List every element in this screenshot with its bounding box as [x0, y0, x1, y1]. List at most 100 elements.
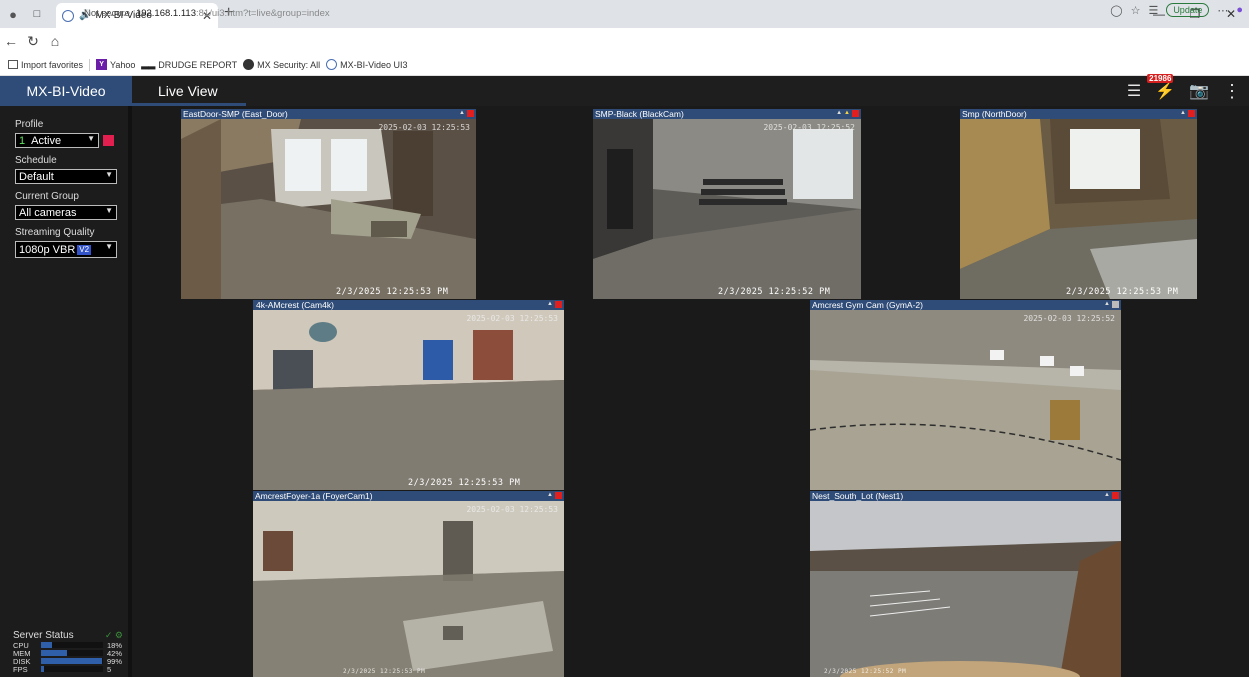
refresh-icon[interactable]: ↻	[22, 33, 44, 50]
profile-color-swatch	[103, 135, 114, 146]
live-view-title[interactable]: Live View	[132, 76, 246, 106]
favorite-label: MX-BI-Video UI3	[340, 59, 408, 70]
schedule-label: Schedule	[15, 155, 57, 166]
favorite-yahoo[interactable]: Y Yahoo	[96, 59, 135, 70]
not-secure-indicator[interactable]: Not secure	[84, 8, 130, 19]
group-value: All cameras	[19, 206, 77, 219]
camera-flags: ▲ ▲	[836, 110, 859, 117]
lock-icon: ▲	[1104, 301, 1110, 307]
metric-bar-fill	[41, 650, 68, 656]
metric-bar-fill	[41, 642, 53, 648]
camera-timestamp: 2/3/2025 12:25:53 PM	[408, 478, 521, 488]
camera-overlay-timestamp: 2025-02-03 12:25:52	[1023, 314, 1115, 323]
recording-icon	[852, 110, 859, 117]
camera-overlay-timestamp: 2025-02-03 12:25:53	[378, 123, 470, 132]
recording-icon	[1112, 492, 1119, 499]
schedule-value: Default	[19, 170, 54, 183]
camera-tile-parking-lot[interactable]: Nest_South_Lot (Nest1) ▲ 2/3/2025 12:25:…	[810, 491, 1121, 677]
favorite-star-icon[interactable]: ☆	[1131, 4, 1141, 17]
app-header: MX-BI-Video Live View ☰ ⚡ 21986 📷 ⋮	[0, 74, 1249, 106]
import-icon	[8, 60, 18, 69]
camera-feed	[810, 501, 1121, 677]
status-ok-icon[interactable]: ✓ ⚙	[105, 630, 123, 641]
profile-icon[interactable]: ●	[0, 0, 26, 28]
globe-icon	[326, 59, 338, 70]
back-icon[interactable]: ←	[0, 33, 22, 49]
metric-bar	[41, 642, 103, 648]
mx-security-icon	[243, 59, 255, 70]
camera-tile-gym[interactable]: Amcrest Gym Cam (GymA-2) ▲ 2025-02-03 12…	[810, 300, 1121, 490]
quality-version-badge: V2	[77, 244, 92, 255]
camera-feed	[253, 310, 564, 490]
more-vertical-icon[interactable]: ⋮	[1223, 81, 1241, 102]
chevron-down-icon: ▼	[87, 134, 95, 143]
camera-snapshot-icon[interactable]: 📷	[1189, 81, 1209, 101]
camera-timestamp: 2/3/2025 12:25:53 PM	[336, 287, 449, 297]
camera-title: AmcrestFoyer-1a (FoyerCam1)	[253, 491, 564, 501]
more-menu-icon[interactable]: ⋯	[1217, 4, 1228, 17]
favorite-label: Import favorites	[21, 59, 84, 70]
camera-tile-blackcam[interactable]: SMP-Black (BlackCam) ▲ ▲ 2025-02-03 12:25…	[593, 109, 861, 299]
metric-bar-fill	[41, 666, 45, 672]
chevron-down-icon: ▼	[105, 206, 113, 215]
metric-bar-fill	[41, 658, 103, 664]
lock-icon: ▲	[547, 492, 553, 498]
divider	[89, 58, 91, 71]
address-bar[interactable]: Not secure 192.168.1.113 :81/ui3.htm?t=l…	[84, 3, 1094, 23]
camera-flags: ▲	[1180, 110, 1195, 117]
camera-feed	[810, 310, 1121, 490]
profile-value: Active	[31, 134, 62, 147]
camera-flags: ▲	[547, 492, 562, 499]
metric-value: 5	[107, 664, 112, 674]
favorites-list-icon[interactable]: ☰	[1148, 4, 1158, 17]
chevron-down-icon: ▼	[105, 170, 113, 179]
camera-tile-east-door[interactable]: EastDoor-SMP (East_Door) ▲ 2025-02-03 12…	[181, 109, 476, 299]
camera-timestamp: 2/3/2025 12:25:53 PM	[1066, 287, 1179, 297]
alert-count-badge: 21986	[1147, 74, 1174, 83]
metric-bar	[41, 650, 103, 656]
camera-overlay-timestamp: 2025-02-03 12:25:52	[763, 123, 855, 132]
sidebar: Profile 1 Active ▼ Schedule Default ▼ Cu…	[0, 106, 132, 677]
camera-title: Amcrest Gym Cam (GymA-2)	[810, 300, 1121, 310]
favorite-import[interactable]: Import favorites	[8, 60, 83, 70]
favorite-label: DRUDGE REPORT	[158, 59, 238, 70]
home-icon[interactable]: ⌂	[44, 33, 66, 49]
camera-timestamp: 2/3/2025 12:25:53 PM	[343, 668, 426, 675]
schedule-select[interactable]: Default ▼	[15, 169, 117, 184]
favorite-mx-security[interactable]: MX Security: All	[243, 59, 320, 70]
camera-flags: ▲	[1104, 301, 1119, 308]
camera-tile-foyer[interactable]: AmcrestFoyer-1a (FoyerCam1) ▲ 2025-02-03…	[253, 491, 564, 677]
quality-label: Streaming Quality	[15, 227, 95, 238]
app-brand[interactable]: MX-BI-Video	[0, 76, 132, 106]
camera-title: 4k-AMcrest (Cam4k)	[253, 300, 564, 310]
navbar-right-tools: ◯ ☆ ☰ Update ⋯ ●	[1110, 3, 1243, 17]
camera-flags: ▲	[547, 301, 562, 308]
recording-icon	[1188, 110, 1195, 117]
quality-select[interactable]: 1080p VBR V2 ▼	[15, 241, 117, 258]
chevron-down-icon: ▼	[105, 242, 113, 251]
update-button[interactable]: Update	[1166, 3, 1210, 17]
favorite-mx-bi-video[interactable]: MX-BI-Video UI3	[326, 59, 407, 70]
tab-actions-icon[interactable]: □	[26, 0, 48, 28]
address-host: 192.168.1.113	[135, 7, 196, 19]
camera-timestamp: 2/3/2025 12:25:52 PM	[824, 668, 907, 675]
alerts-icon[interactable]: ⚡ 21986	[1147, 74, 1175, 101]
camera-tile-north-door[interactable]: Smp (NorthDoor) ▲ 2/3/2025 12:25:53 PM	[960, 109, 1197, 299]
lock-icon: ▲	[836, 110, 843, 116]
menu-list-icon[interactable]: ☰	[1127, 81, 1141, 101]
camera-title: Nest_South_Lot (Nest1)	[810, 491, 1121, 501]
reader-icon[interactable]: ◯	[1110, 4, 1122, 17]
favorite-drudge[interactable]: ▂▂ DRUDGE REPORT	[141, 59, 237, 70]
profile-label: Profile	[15, 119, 44, 130]
metric-bar	[41, 658, 103, 664]
favorite-label: MX Security: All	[257, 59, 321, 70]
profile-select[interactable]: 1 Active ▼	[15, 133, 99, 148]
metric-bar	[41, 666, 103, 672]
camera-feed	[593, 119, 861, 299]
group-label: Current Group	[15, 191, 79, 202]
group-select[interactable]: All cameras ▼	[15, 205, 117, 220]
camera-tile-cam4k[interactable]: 4k-AMcrest (Cam4k) ▲ 2025-02-03 12:25:53…	[253, 300, 564, 490]
copilot-icon[interactable]: ●	[1236, 4, 1243, 16]
camera-feed	[253, 501, 564, 677]
browser-navbar: ← ↻ ⌂	[0, 28, 1249, 54]
